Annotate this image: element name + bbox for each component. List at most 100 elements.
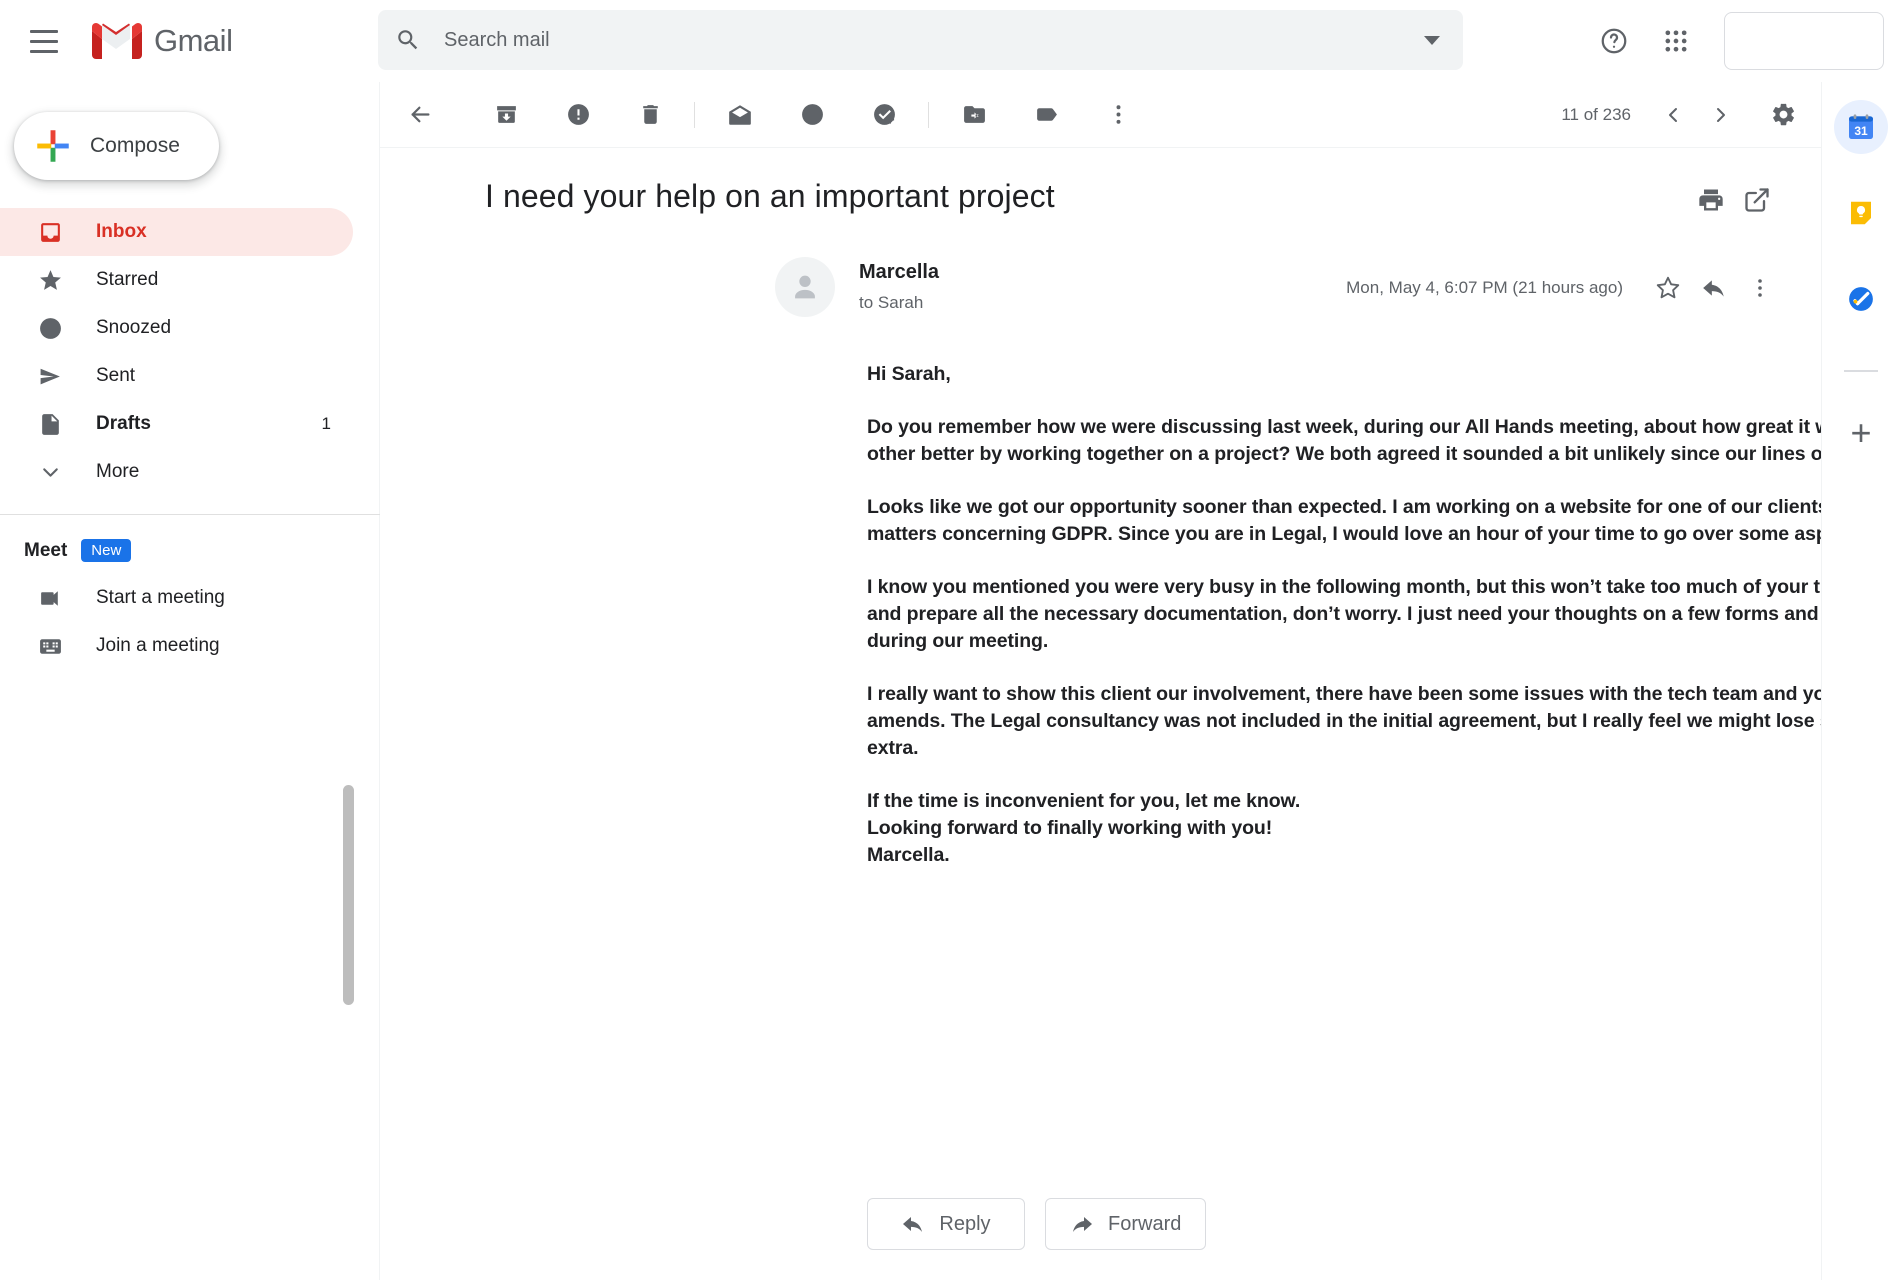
sender-block: Marcella to Sarah bbox=[859, 257, 939, 313]
sidebar-item-join-meeting[interactable]: Join a meeting bbox=[0, 622, 379, 670]
chevron-down-icon bbox=[1424, 35, 1440, 45]
clock-snooze-icon[interactable] bbox=[786, 89, 838, 141]
content-scrollbar[interactable] bbox=[343, 785, 354, 1005]
inbox-icon bbox=[32, 220, 68, 245]
star-icon bbox=[32, 268, 68, 293]
sidebar-item-inbox[interactable]: Inbox bbox=[0, 208, 353, 256]
chevron-down-icon bbox=[32, 460, 68, 485]
sidebar-item-label: Join a meeting bbox=[96, 635, 220, 656]
archive-icon[interactable] bbox=[480, 89, 532, 141]
message-meta: Mon, May 4, 6:07 PM (21 hours ago) bbox=[1346, 265, 1783, 311]
reply-arrow-icon bbox=[903, 1217, 923, 1232]
sidebar-item-label: Start a meeting bbox=[96, 587, 225, 608]
email-paragraph: Looks like we got our opportunity sooner… bbox=[867, 496, 1900, 545]
toolbar-divider bbox=[928, 101, 929, 128]
plus-icon bbox=[37, 130, 69, 162]
compose-label: Compose bbox=[90, 134, 180, 157]
mark-unread-icon[interactable] bbox=[714, 89, 766, 141]
printer-icon[interactable] bbox=[1697, 186, 1725, 219]
clock-icon bbox=[32, 316, 68, 341]
pagination: 11 of 236 bbox=[1561, 91, 1807, 139]
add-to-tasks-icon[interactable] bbox=[858, 89, 910, 141]
email-paragraph: I really want to show this client our in… bbox=[867, 683, 1900, 759]
header-actions bbox=[1586, 0, 1900, 82]
sidebar-item-label: More bbox=[96, 461, 140, 482]
calendar-day-number: 31 bbox=[1854, 124, 1868, 138]
forward-label: Forward bbox=[1108, 1212, 1182, 1235]
more-vertical-icon[interactable] bbox=[1092, 89, 1144, 141]
sidebar-item-count: 1 bbox=[321, 414, 331, 433]
hamburger-menu-icon[interactable] bbox=[16, 13, 72, 69]
video-camera-icon bbox=[32, 586, 68, 611]
rail-divider bbox=[1844, 370, 1878, 372]
sidebar-item-more[interactable]: More bbox=[0, 448, 353, 496]
reply-button[interactable]: Reply bbox=[867, 1198, 1025, 1250]
sender-name: Marcella bbox=[859, 261, 940, 283]
subject-actions bbox=[1697, 186, 1771, 219]
brand: Gmail bbox=[90, 21, 233, 61]
more-vertical-icon[interactable] bbox=[1737, 265, 1783, 311]
app-header: Gmail bbox=[0, 0, 1900, 82]
sidebar-item-starred[interactable]: Starred bbox=[0, 256, 353, 304]
chevron-right-icon[interactable] bbox=[1697, 91, 1745, 139]
compose-button[interactable]: Compose bbox=[14, 112, 219, 180]
add-addon-label: + bbox=[1850, 412, 1872, 453]
move-to-folder-icon[interactable] bbox=[948, 89, 1000, 141]
page-title: I need your help on an important project bbox=[485, 178, 1055, 214]
google-keep-icon[interactable] bbox=[1834, 186, 1888, 240]
sidebar-item-label: Drafts bbox=[96, 413, 151, 434]
message-header: Marcella to Sarah Mon, May 4, 6:07 PM (2… bbox=[380, 257, 1821, 317]
sidebar-nav: Inbox Starred Snoozed Sent Drafts 1 More bbox=[0, 208, 379, 496]
recipient-name[interactable]: Sarah bbox=[878, 293, 923, 312]
trash-icon[interactable] bbox=[624, 89, 676, 141]
search-options-button[interactable] bbox=[1401, 10, 1463, 70]
gear-icon[interactable] bbox=[1759, 91, 1807, 139]
account-avatar[interactable] bbox=[1724, 12, 1884, 70]
sidebar-item-drafts[interactable]: Drafts 1 bbox=[0, 400, 353, 448]
message-actions: Reply Forward bbox=[867, 1198, 1207, 1250]
email-signature: If the time is inconvenient for you, let… bbox=[867, 790, 1301, 866]
open-in-new-icon[interactable] bbox=[1743, 186, 1771, 219]
subject-row: I need your help on an important project bbox=[380, 148, 1821, 215]
meet-new-badge: New bbox=[81, 539, 132, 562]
brand-title: Gmail bbox=[154, 23, 233, 58]
sidebar-item-label: Inbox bbox=[96, 221, 147, 242]
search-input[interactable] bbox=[438, 28, 1401, 52]
person-avatar-icon bbox=[795, 275, 815, 299]
google-tasks-icon[interactable] bbox=[1834, 272, 1888, 326]
sidebar-item-label: Sent bbox=[96, 365, 136, 386]
help-circle-icon[interactable] bbox=[1586, 13, 1642, 69]
report-spam-icon[interactable] bbox=[552, 89, 604, 141]
sidebar-item-sent[interactable]: Sent bbox=[0, 352, 353, 400]
sidebar-item-start-meeting[interactable]: Start a meeting bbox=[0, 574, 379, 622]
chevron-left-icon[interactable] bbox=[1649, 91, 1697, 139]
apps-grid-icon[interactable] bbox=[1648, 13, 1704, 69]
sidebar-item-label: Snoozed bbox=[96, 317, 172, 338]
email-paragraph: Do you remember how we were discussing l… bbox=[867, 416, 1900, 465]
reply-label: Reply bbox=[939, 1212, 991, 1235]
forward-button[interactable]: Forward bbox=[1045, 1198, 1207, 1250]
send-icon bbox=[32, 364, 68, 389]
to-prefix: to bbox=[859, 293, 874, 312]
avatar bbox=[775, 257, 835, 317]
search-bar[interactable] bbox=[378, 10, 1463, 70]
sidebar: Compose Inbox Starred Snoozed Sent Draft… bbox=[0, 82, 380, 1280]
sidebar-item-label: Starred bbox=[96, 269, 159, 290]
page-count-label: 11 of 236 bbox=[1561, 104, 1631, 124]
email-paragraph: Hi Sarah, bbox=[867, 363, 951, 385]
reply-arrow-icon[interactable] bbox=[1691, 265, 1737, 311]
gmail-logo-icon bbox=[92, 23, 142, 59]
forward-arrow-icon bbox=[1073, 1217, 1092, 1232]
email-pane: 11 of 236 I need your help on an importa… bbox=[380, 82, 1900, 1280]
google-calendar-icon[interactable]: 31 bbox=[1834, 100, 1888, 154]
toolbar-divider bbox=[694, 101, 695, 128]
recipient-line: to Sarah bbox=[859, 293, 939, 313]
back-arrow-icon[interactable] bbox=[394, 89, 446, 141]
sidebar-item-snoozed[interactable]: Snoozed bbox=[0, 304, 353, 352]
draft-icon bbox=[32, 412, 68, 437]
label-icon[interactable] bbox=[1020, 89, 1072, 141]
search-icon[interactable] bbox=[378, 10, 438, 70]
add-addon-icon[interactable]: + bbox=[1834, 406, 1888, 460]
email-body: Hi Sarah, Do you remember how we were di… bbox=[867, 361, 1900, 869]
star-outline-icon[interactable] bbox=[1645, 265, 1691, 311]
